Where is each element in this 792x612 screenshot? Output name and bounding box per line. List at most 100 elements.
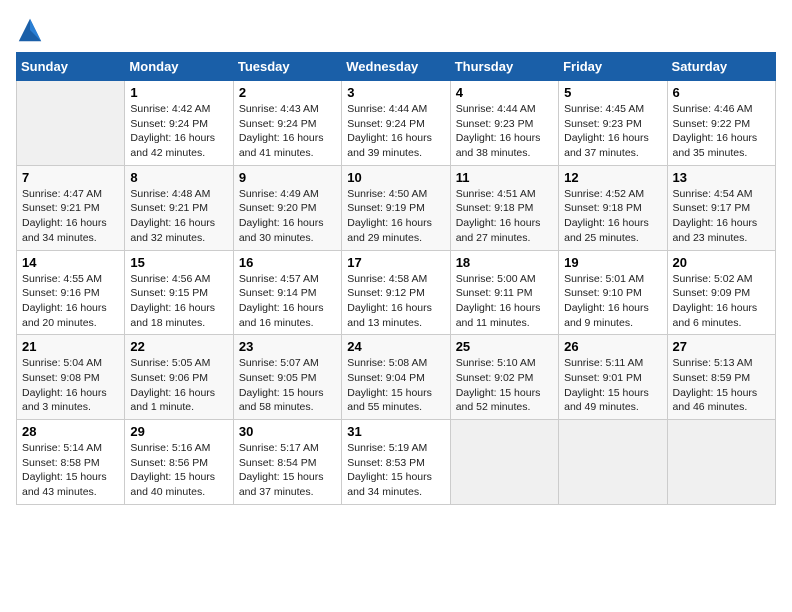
calendar-cell: 24 Sunrise: 5:08 AM Sunset: 9:04 PM Dayli… xyxy=(342,335,450,420)
calendar-cell: 29Sunrise: 5:16 AM Sunset: 8:56 PM Dayli… xyxy=(125,420,233,505)
day-number: 13 xyxy=(673,170,770,185)
day-number: 26 xyxy=(564,339,661,354)
calendar-cell: 27 Sunrise: 5:13 AM Sunset: 8:59 PM Dayli… xyxy=(667,335,775,420)
col-header-wednesday: Wednesday xyxy=(342,53,450,81)
day-info: Sunrise: 5:08 AM Sunset: 9:04 PM Dayligh… xyxy=(347,356,444,415)
calendar-cell: 3 Sunrise: 4:44 AM Sunset: 9:24 PM Daylig… xyxy=(342,81,450,166)
day-info: Sunrise: 5:10 AM Sunset: 9:02 PM Dayligh… xyxy=(456,356,553,415)
day-number: 16 xyxy=(239,255,336,270)
day-number: 30 xyxy=(239,424,336,439)
day-number: 10 xyxy=(347,170,444,185)
calendar-cell: 7 Sunrise: 4:47 AM Sunset: 9:21 PM Daylig… xyxy=(17,165,125,250)
calendar-body: 1 Sunrise: 4:42 AM Sunset: 9:24 PM Daylig… xyxy=(17,81,776,505)
calendar-cell xyxy=(17,81,125,166)
day-number: 17 xyxy=(347,255,444,270)
day-info: Sunrise: 4:42 AM Sunset: 9:24 PM Dayligh… xyxy=(130,102,227,161)
day-number: 5 xyxy=(564,85,661,100)
day-number: 20 xyxy=(673,255,770,270)
col-header-monday: Monday xyxy=(125,53,233,81)
day-number: 21 xyxy=(22,339,119,354)
day-info: Sunrise: 5:13 AM Sunset: 8:59 PM Dayligh… xyxy=(673,356,770,415)
day-info: Sunrise: 5:19 AM Sunset: 8:53 PM Dayligh… xyxy=(347,441,444,500)
day-info: Sunrise: 4:54 AM Sunset: 9:17 PM Dayligh… xyxy=(673,187,770,246)
header xyxy=(16,16,776,44)
day-number: 24 xyxy=(347,339,444,354)
calendar-cell: 31 Sunrise: 5:19 AM Sunset: 8:53 PM Dayli… xyxy=(342,420,450,505)
day-info: Sunrise: 4:56 AM Sunset: 9:15 PM Dayligh… xyxy=(130,272,227,331)
day-info: Sunrise: 5:14 AM Sunset: 8:58 PM Dayligh… xyxy=(22,441,119,500)
day-info: Sunrise: 5:17 AM Sunset: 8:54 PM Dayligh… xyxy=(239,441,336,500)
calendar-cell: 19 Sunrise: 5:01 AM Sunset: 9:10 PM Dayli… xyxy=(559,250,667,335)
calendar-cell xyxy=(450,420,558,505)
day-number: 28 xyxy=(22,424,119,439)
calendar-cell: 14Sunrise: 4:55 AM Sunset: 9:16 PM Dayli… xyxy=(17,250,125,335)
day-info: Sunrise: 4:52 AM Sunset: 9:18 PM Dayligh… xyxy=(564,187,661,246)
day-number: 12 xyxy=(564,170,661,185)
calendar-cell: 4 Sunrise: 4:44 AM Sunset: 9:23 PM Daylig… xyxy=(450,81,558,166)
day-info: Sunrise: 5:00 AM Sunset: 9:11 PM Dayligh… xyxy=(456,272,553,331)
day-info: Sunrise: 4:43 AM Sunset: 9:24 PM Dayligh… xyxy=(239,102,336,161)
col-header-thursday: Thursday xyxy=(450,53,558,81)
calendar-table: SundayMondayTuesdayWednesdayThursdayFrid… xyxy=(16,52,776,505)
calendar-cell: 5 Sunrise: 4:45 AM Sunset: 9:23 PM Daylig… xyxy=(559,81,667,166)
calendar-cell: 28 Sunrise: 5:14 AM Sunset: 8:58 PM Dayli… xyxy=(17,420,125,505)
day-info: Sunrise: 4:51 AM Sunset: 9:18 PM Dayligh… xyxy=(456,187,553,246)
calendar-cell: 21 Sunrise: 5:04 AM Sunset: 9:08 PM Dayli… xyxy=(17,335,125,420)
day-number: 9 xyxy=(239,170,336,185)
calendar-cell xyxy=(559,420,667,505)
col-header-saturday: Saturday xyxy=(667,53,775,81)
day-number: 2 xyxy=(239,85,336,100)
col-header-sunday: Sunday xyxy=(17,53,125,81)
calendar-header-row: SundayMondayTuesdayWednesdayThursdayFrid… xyxy=(17,53,776,81)
calendar-week-3: 14Sunrise: 4:55 AM Sunset: 9:16 PM Dayli… xyxy=(17,250,776,335)
calendar-cell: 26 Sunrise: 5:11 AM Sunset: 9:01 PM Dayli… xyxy=(559,335,667,420)
logo-icon xyxy=(16,16,44,44)
day-info: Sunrise: 5:11 AM Sunset: 9:01 PM Dayligh… xyxy=(564,356,661,415)
day-number: 23 xyxy=(239,339,336,354)
calendar-cell: 25 Sunrise: 5:10 AM Sunset: 9:02 PM Dayli… xyxy=(450,335,558,420)
day-number: 8 xyxy=(130,170,227,185)
day-info: Sunrise: 5:01 AM Sunset: 9:10 PM Dayligh… xyxy=(564,272,661,331)
calendar-cell: 11 Sunrise: 4:51 AM Sunset: 9:18 PM Dayli… xyxy=(450,165,558,250)
day-info: Sunrise: 4:47 AM Sunset: 9:21 PM Dayligh… xyxy=(22,187,119,246)
day-info: Sunrise: 5:02 AM Sunset: 9:09 PM Dayligh… xyxy=(673,272,770,331)
col-header-friday: Friday xyxy=(559,53,667,81)
day-number: 14 xyxy=(22,255,119,270)
calendar-cell: 9Sunrise: 4:49 AM Sunset: 9:20 PM Daylig… xyxy=(233,165,341,250)
day-number: 31 xyxy=(347,424,444,439)
calendar-cell: 15 Sunrise: 4:56 AM Sunset: 9:15 PM Dayli… xyxy=(125,250,233,335)
day-info: Sunrise: 4:44 AM Sunset: 9:23 PM Dayligh… xyxy=(456,102,553,161)
day-info: Sunrise: 4:48 AM Sunset: 9:21 PM Dayligh… xyxy=(130,187,227,246)
day-info: Sunrise: 5:05 AM Sunset: 9:06 PM Dayligh… xyxy=(130,356,227,415)
calendar-cell: 1 Sunrise: 4:42 AM Sunset: 9:24 PM Daylig… xyxy=(125,81,233,166)
day-number: 11 xyxy=(456,170,553,185)
calendar-cell: 10Sunrise: 4:50 AM Sunset: 9:19 PM Dayli… xyxy=(342,165,450,250)
calendar-cell: 13 Sunrise: 4:54 AM Sunset: 9:17 PM Dayli… xyxy=(667,165,775,250)
day-number: 15 xyxy=(130,255,227,270)
day-number: 4 xyxy=(456,85,553,100)
day-number: 1 xyxy=(130,85,227,100)
day-info: Sunrise: 4:45 AM Sunset: 9:23 PM Dayligh… xyxy=(564,102,661,161)
day-number: 7 xyxy=(22,170,119,185)
calendar-cell: 16 Sunrise: 4:57 AM Sunset: 9:14 PM Dayli… xyxy=(233,250,341,335)
day-number: 6 xyxy=(673,85,770,100)
calendar-cell: 18Sunrise: 5:00 AM Sunset: 9:11 PM Dayli… xyxy=(450,250,558,335)
day-info: Sunrise: 5:16 AM Sunset: 8:56 PM Dayligh… xyxy=(130,441,227,500)
calendar-cell: 8 Sunrise: 4:48 AM Sunset: 9:21 PM Daylig… xyxy=(125,165,233,250)
day-info: Sunrise: 5:07 AM Sunset: 9:05 PM Dayligh… xyxy=(239,356,336,415)
day-info: Sunrise: 4:44 AM Sunset: 9:24 PM Dayligh… xyxy=(347,102,444,161)
day-info: Sunrise: 4:57 AM Sunset: 9:14 PM Dayligh… xyxy=(239,272,336,331)
calendar-cell: 17 Sunrise: 4:58 AM Sunset: 9:12 PM Dayli… xyxy=(342,250,450,335)
calendar-cell: 30 Sunrise: 5:17 AM Sunset: 8:54 PM Dayli… xyxy=(233,420,341,505)
day-info: Sunrise: 5:04 AM Sunset: 9:08 PM Dayligh… xyxy=(22,356,119,415)
day-number: 19 xyxy=(564,255,661,270)
day-number: 25 xyxy=(456,339,553,354)
day-info: Sunrise: 4:58 AM Sunset: 9:12 PM Dayligh… xyxy=(347,272,444,331)
logo xyxy=(16,16,46,44)
day-info: Sunrise: 4:46 AM Sunset: 9:22 PM Dayligh… xyxy=(673,102,770,161)
day-number: 27 xyxy=(673,339,770,354)
col-header-tuesday: Tuesday xyxy=(233,53,341,81)
calendar-cell: 12 Sunrise: 4:52 AM Sunset: 9:18 PM Dayli… xyxy=(559,165,667,250)
calendar-cell: 22Sunrise: 5:05 AM Sunset: 9:06 PM Dayli… xyxy=(125,335,233,420)
day-number: 3 xyxy=(347,85,444,100)
